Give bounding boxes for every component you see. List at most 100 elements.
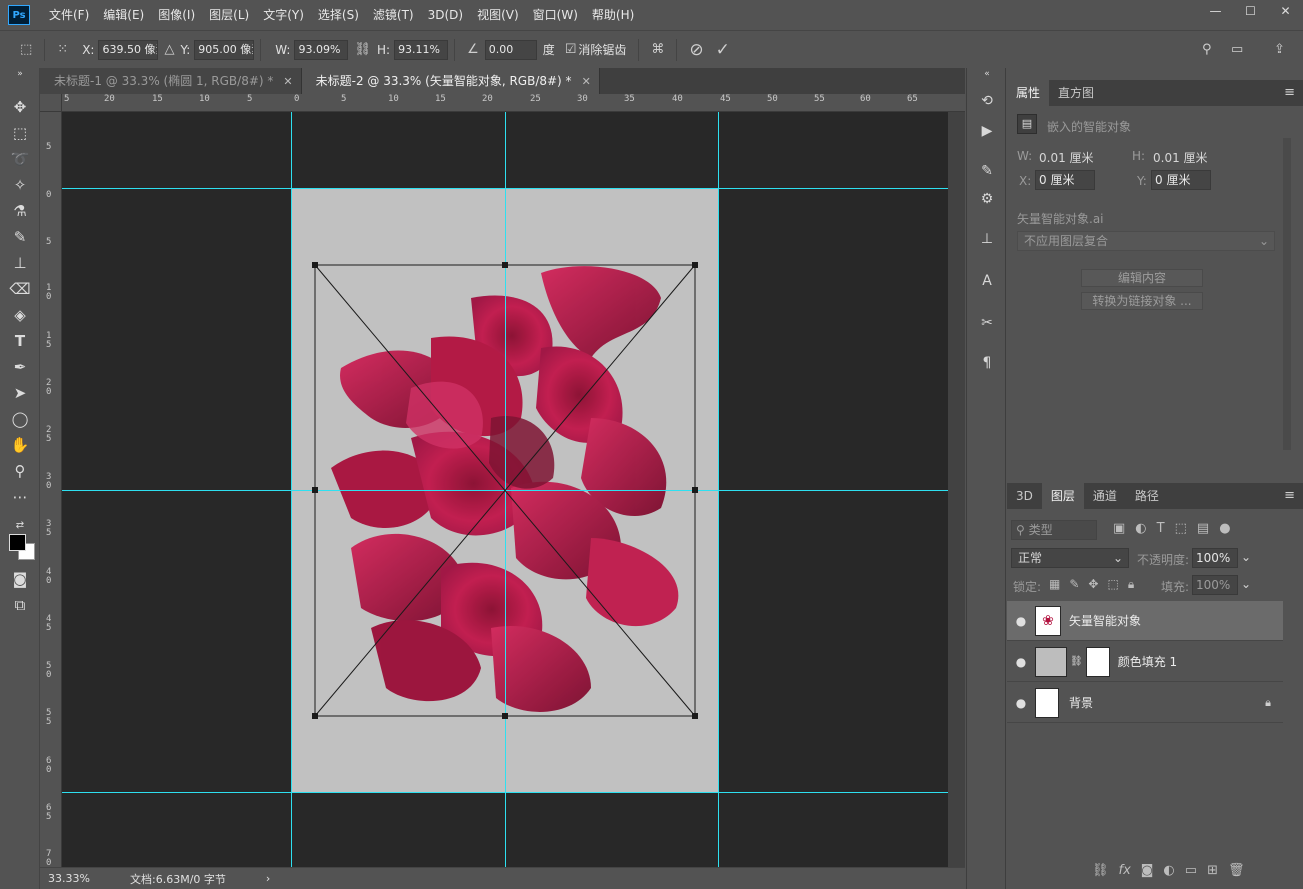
screen-mode-icon[interactable]: ⧉ xyxy=(8,594,32,616)
pixel-filter-icon[interactable]: ▣ xyxy=(1113,521,1125,536)
convert-to-linked-button[interactable]: 转换为链接对象 ... xyxy=(1081,292,1203,310)
clone-source-icon[interactable]: ⊥ xyxy=(975,228,999,250)
menu-3d[interactable]: 3D(D) xyxy=(421,0,470,30)
tool-presets-icon[interactable]: ✂ xyxy=(975,312,999,334)
new-adjustment-layer-icon[interactable]: ◐ xyxy=(1163,863,1174,878)
actions-play-icon[interactable]: ▶ xyxy=(975,120,999,142)
path-selection-tool-icon[interactable]: ➤ xyxy=(8,382,32,404)
transform-bounding-box[interactable] xyxy=(62,112,948,867)
lock-transparency-icon[interactable]: ▦ xyxy=(1049,577,1060,592)
prop-x-field[interactable]: 0 厘米 xyxy=(1035,170,1095,190)
pen-tool-icon[interactable]: ✒ xyxy=(8,356,32,378)
menu-image[interactable]: 图像(I) xyxy=(151,0,202,30)
menu-filter[interactable]: 滤镜(T) xyxy=(366,0,421,30)
delete-layer-icon[interactable]: 🗑︎ xyxy=(1228,863,1245,878)
menu-window[interactable]: 窗口(W) xyxy=(526,0,585,30)
tab-document-2[interactable]: 未标题-2 @ 33.3% (矢量智能对象, RGB/8#) * ✕ xyxy=(301,68,600,94)
transform-tool-icon[interactable]: ⬚ xyxy=(20,42,32,57)
adjustments-icon[interactable]: ⚙ xyxy=(975,188,999,210)
eyedropper-tool-icon[interactable]: ⚗ xyxy=(8,200,32,222)
lock-image-icon[interactable]: ✎ xyxy=(1069,577,1079,592)
search-icon[interactable]: ⚲ xyxy=(1202,42,1212,57)
zoom-level[interactable]: 33.33% xyxy=(40,872,110,885)
quick-mask-icon[interactable]: ◙ xyxy=(8,568,32,590)
x-position-field[interactable]: 639.50 像素 xyxy=(98,39,159,60)
adjustment-filter-icon[interactable]: ◐ xyxy=(1135,521,1146,536)
commit-transform-icon[interactable]: ✓ xyxy=(716,40,730,60)
tab-document-1[interactable]: 未标题-1 @ 33.3% (椭圆 1, RGB/8#) * ✕ xyxy=(40,68,302,94)
status-menu-arrow[interactable]: › xyxy=(266,872,270,885)
type-filter-icon[interactable]: T xyxy=(1157,521,1165,536)
horizontal-ruler[interactable]: 5 20 15 10 5 0 5 10 15 20 25 30 35 40 45… xyxy=(62,94,965,112)
workspace-icon[interactable]: ▭ xyxy=(1231,42,1243,57)
layer-style-icon[interactable]: fx xyxy=(1119,863,1131,878)
layer-name[interactable]: 颜色填充 1 xyxy=(1118,653,1177,670)
layer-row[interactable]: ● 背景 🔒︎ xyxy=(1007,683,1283,723)
move-tool-icon[interactable]: ✥ xyxy=(8,96,32,118)
panel-menu-icon[interactable]: ≡ xyxy=(1284,85,1295,100)
minimize-button[interactable]: — xyxy=(1198,0,1233,22)
warp-icon[interactable]: ⌘ xyxy=(651,42,664,57)
swap-colors-icon[interactable]: ⇄ xyxy=(8,514,32,536)
filter-toggle-icon[interactable]: ● xyxy=(1219,521,1230,536)
canvas-scrollbar[interactable] xyxy=(948,112,965,867)
tab-paths[interactable]: 路径 xyxy=(1126,483,1168,509)
layer-row[interactable]: ● ❀ 矢量智能对象 xyxy=(1007,601,1283,641)
hand-tool-icon[interactable]: ✋ xyxy=(8,434,32,456)
marquee-tool-icon[interactable]: ⬚ xyxy=(8,122,32,144)
rotate-angle-field[interactable]: 0.00 xyxy=(484,39,537,60)
stamp-tool-icon[interactable]: ⊥ xyxy=(8,252,32,274)
lock-position-icon[interactable]: ✥ xyxy=(1088,577,1098,592)
width-field[interactable]: 93.09% xyxy=(294,39,349,60)
ruler-origin[interactable] xyxy=(40,94,62,112)
maximize-button[interactable]: ☐ xyxy=(1233,0,1268,22)
collapse-toolbar-icon[interactable]: » xyxy=(8,68,32,80)
shape-filter-icon[interactable]: ⬚ xyxy=(1175,521,1187,536)
cancel-transform-icon[interactable]: ⊘ xyxy=(689,40,703,60)
paint-bucket-tool-icon[interactable]: ◈ xyxy=(8,304,32,326)
fill-field[interactable]: 100% xyxy=(1192,575,1238,595)
close-icon[interactable]: ✕ xyxy=(283,75,292,88)
chain-link-icon[interactable]: ⛓ xyxy=(1070,656,1083,667)
lock-all-icon[interactable]: 🔒︎ xyxy=(1128,577,1134,592)
eye-icon[interactable]: ● xyxy=(1007,696,1035,710)
lock-artboard-icon[interactable]: ⬚ xyxy=(1107,577,1118,592)
lasso-tool-icon[interactable]: ➰ xyxy=(8,148,32,170)
opacity-field[interactable]: 100% xyxy=(1192,548,1238,568)
close-icon[interactable]: ✕ xyxy=(582,75,591,88)
blend-mode-select[interactable]: 正常 ⌄ xyxy=(1011,548,1129,568)
panel-menu-icon[interactable]: ≡ xyxy=(1284,488,1295,503)
tab-layers[interactable]: 图层 xyxy=(1041,483,1084,509)
brush-presets-icon[interactable]: ✎ xyxy=(975,160,999,182)
smart-object-filter-icon[interactable]: ▤ xyxy=(1197,521,1209,536)
layer-mask-thumbnail[interactable] xyxy=(1085,646,1110,677)
properties-scrollbar[interactable] xyxy=(1283,138,1291,450)
more-tools-icon[interactable]: ⋯ xyxy=(8,486,32,508)
eye-icon[interactable]: ● xyxy=(1007,655,1035,669)
menu-file[interactable]: 文件(F) xyxy=(42,0,96,30)
new-layer-icon[interactable]: ⊞ xyxy=(1207,863,1218,878)
edit-contents-button[interactable]: 编辑内容 xyxy=(1081,269,1203,287)
tab-channels[interactable]: 通道 xyxy=(1084,483,1126,509)
paragraph-icon[interactable]: ¶ xyxy=(975,352,999,374)
tab-3d[interactable]: 3D xyxy=(1007,483,1042,509)
y-position-field[interactable]: 905.00 像素 xyxy=(194,39,255,60)
collapse-panels-icon[interactable]: « xyxy=(975,68,999,80)
close-window-button[interactable]: ✕ xyxy=(1268,0,1303,22)
history-icon[interactable]: ⟲ xyxy=(975,90,999,112)
tab-properties[interactable]: 属性 xyxy=(1007,80,1050,106)
ellipse-tool-icon[interactable]: ◯ xyxy=(8,408,32,430)
menu-type[interactable]: 文字(Y) xyxy=(256,0,311,30)
menu-edit[interactable]: 编辑(E) xyxy=(96,0,151,30)
delta-icon[interactable]: △ xyxy=(164,42,174,57)
character-icon[interactable]: A xyxy=(975,270,999,292)
eye-icon[interactable]: ● xyxy=(1007,614,1035,628)
chevron-down-icon[interactable]: ⌄ xyxy=(1241,577,1251,591)
magic-wand-tool-icon[interactable]: ✧ xyxy=(8,174,32,196)
foreground-color-swatch[interactable] xyxy=(9,534,26,551)
link-icon[interactable]: ⛓ xyxy=(354,42,371,57)
tab-histogram[interactable]: 直方图 xyxy=(1049,80,1103,106)
brush-tool-icon[interactable]: ✎ xyxy=(8,226,32,248)
reference-point-icon[interactable]: ⁙ xyxy=(57,42,68,57)
add-mask-icon[interactable]: ◙ xyxy=(1141,863,1154,878)
